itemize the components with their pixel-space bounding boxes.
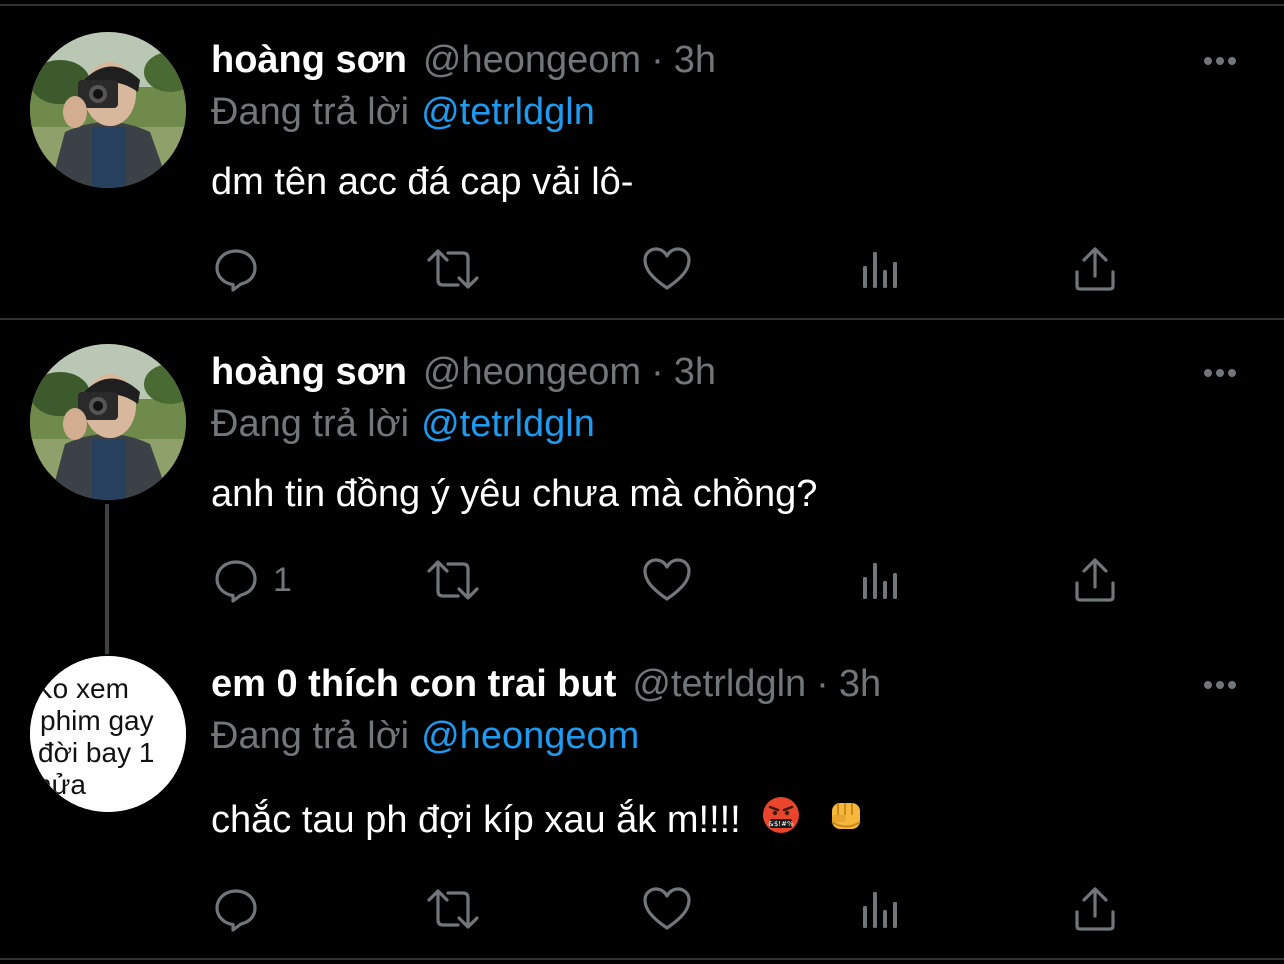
heart-icon xyxy=(643,558,691,601)
reply-button[interactable] xyxy=(211,884,273,934)
retweet-button[interactable] xyxy=(425,884,481,934)
avatar-text-line-3: đời bay 1 xyxy=(38,737,154,768)
thread-line xyxy=(105,504,109,654)
analytics-button[interactable] xyxy=(859,884,903,934)
analytics-icon xyxy=(863,892,897,928)
reply-button[interactable] xyxy=(211,244,273,294)
heart-icon xyxy=(643,887,691,930)
replying-prefix: Đang trả lời xyxy=(211,403,410,445)
cursing-face-emoji: &$!#% xyxy=(761,795,801,849)
share-button[interactable] xyxy=(1073,884,1117,934)
avatar-text-line-1: Ko xem xyxy=(34,673,129,704)
display-name[interactable]: hoàng sơn xyxy=(211,351,407,393)
divider-bottom xyxy=(0,958,1284,960)
divider xyxy=(0,318,1284,320)
reply-icon xyxy=(215,889,257,932)
analytics-button[interactable] xyxy=(859,244,903,294)
retweet-icon xyxy=(427,560,479,600)
like-button[interactable] xyxy=(641,555,693,605)
timestamp[interactable]: 3h xyxy=(674,39,716,81)
separator-dot: · xyxy=(651,39,664,81)
like-button[interactable] xyxy=(641,244,693,294)
user-handle[interactable]: @heongeom xyxy=(423,351,641,393)
more-icon[interactable] xyxy=(1196,358,1244,388)
reply-icon xyxy=(215,560,257,603)
avatar[interactable] xyxy=(30,32,186,188)
retweet-button[interactable] xyxy=(425,555,481,605)
retweet-icon xyxy=(427,889,479,929)
like-button[interactable] xyxy=(641,884,693,934)
tweet-text: chắc tau ph đợi kíp xau ắk m!!!! xyxy=(211,799,741,841)
more-icon[interactable] xyxy=(1196,46,1244,76)
heart-icon xyxy=(643,247,691,290)
retweet-icon xyxy=(427,249,479,289)
timestamp[interactable]: 3h xyxy=(674,351,716,393)
tweet-text: dm tên acc đá cap vải lô- xyxy=(211,161,634,203)
replying-to: Đang trả lời @heongeom xyxy=(211,712,639,760)
tweet-header: em 0 thích con trai but @tetrldgln · 3h xyxy=(211,660,881,708)
replying-mention[interactable]: @tetrldgln xyxy=(421,403,595,445)
retweet-button[interactable] xyxy=(425,244,481,294)
reply-icon xyxy=(215,249,257,292)
avatar[interactable] xyxy=(30,344,186,500)
svg-text:&$!#%: &$!#% xyxy=(769,820,795,828)
analytics-icon xyxy=(863,252,897,288)
analytics-icon xyxy=(863,563,897,599)
analytics-button[interactable] xyxy=(859,555,903,605)
divider-top xyxy=(0,4,1284,6)
share-icon xyxy=(1075,558,1115,602)
avatar-text-line-4: nửa xyxy=(36,769,86,800)
separator-dot: · xyxy=(816,663,829,705)
tweet-header: hoàng sơn @heongeom · 3h xyxy=(211,36,716,84)
share-button[interactable] xyxy=(1073,244,1117,294)
reply-count: 1 xyxy=(273,560,292,599)
replying-to: Đang trả lời @tetrldgln xyxy=(211,88,595,136)
more-icon[interactable] xyxy=(1196,670,1244,700)
replying-prefix: Đang trả lời xyxy=(211,715,410,757)
tweet-text-row: chắc tau ph đợi kíp xau ắk m!!!! &$!#% xyxy=(211,794,866,846)
replying-mention[interactable]: @tetrldgln xyxy=(421,91,595,133)
user-handle[interactable]: @tetrldgln xyxy=(632,663,806,705)
display-name[interactable]: hoàng sơn xyxy=(211,39,407,81)
reply-button[interactable]: 1 xyxy=(211,555,292,605)
fist-emoji xyxy=(826,795,866,849)
user-handle[interactable]: @heongeom xyxy=(423,39,641,81)
display-name[interactable]: em 0 thích con trai but xyxy=(211,663,616,705)
tweet-text: anh tin đồng ý yêu chưa mà chồng? xyxy=(211,473,818,515)
replying-mention[interactable]: @heongeom xyxy=(421,715,639,757)
avatar-text-line-2: phim gay xyxy=(40,705,154,736)
replying-prefix: Đang trả lời xyxy=(211,91,410,133)
tweet-header: hoàng sơn @heongeom · 3h xyxy=(211,348,716,396)
avatar[interactable]: Ko xem phim gay đời bay 1 nửa xyxy=(30,656,186,812)
share-icon xyxy=(1075,247,1115,291)
separator-dot: · xyxy=(651,351,664,393)
timestamp[interactable]: 3h xyxy=(839,663,881,705)
replying-to: Đang trả lời @tetrldgln xyxy=(211,400,595,448)
share-icon xyxy=(1075,887,1115,931)
share-button[interactable] xyxy=(1073,555,1117,605)
